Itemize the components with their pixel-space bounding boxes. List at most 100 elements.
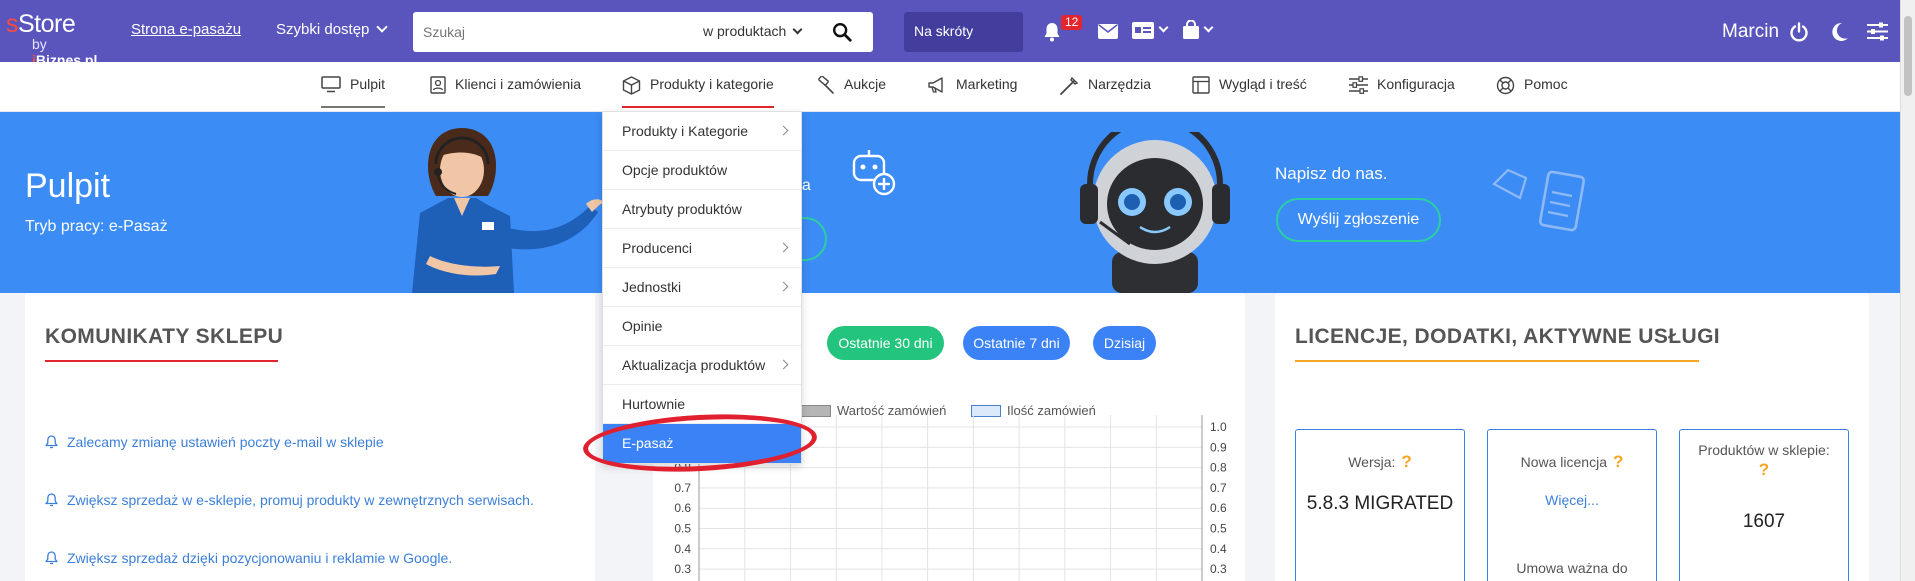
shopping-bag-icon xyxy=(1183,20,1199,39)
message-link[interactable]: Zalecamy zmianę ustawień poczty e-mail w… xyxy=(45,434,384,450)
dropdown-item-label: Produkty i Kategorie xyxy=(622,123,749,139)
search-icon[interactable] xyxy=(831,21,853,43)
bell-icon xyxy=(45,493,58,507)
dropdown-item[interactable]: Opinie xyxy=(603,307,801,346)
shopping-bag-menu[interactable] xyxy=(1182,20,1214,40)
more-link[interactable]: Więcej... xyxy=(1488,492,1656,508)
dropdown-item[interactable]: Aktualizacja produktów xyxy=(603,346,801,385)
help-icon[interactable]: ? xyxy=(1613,452,1623,471)
logo[interactable]: sStore by iBiznes.pl xyxy=(6,8,116,68)
filter-today-button[interactable]: Dzisiaj xyxy=(1093,326,1156,360)
chevron-down-icon xyxy=(1203,22,1214,32)
message-link[interactable]: Zwiększ sprzedaż dzięki pozycjonowaniu i… xyxy=(45,550,452,566)
menu-item-tools[interactable]: Narzędzia xyxy=(1059,76,1151,112)
hero-banner: Pulpit Tryb pracy: e-Pasaż y? exa xyxy=(0,112,1900,293)
y-tick-label-left: 0.7 xyxy=(674,481,691,495)
menu-item-help[interactable]: Pomoc xyxy=(1496,76,1568,112)
dropdown-item[interactable]: Atrybuty produktów xyxy=(603,190,801,229)
sliders-icon xyxy=(1349,76,1368,94)
search-input[interactable] xyxy=(423,21,683,43)
dropdown-item[interactable]: Produkty i Kategorie xyxy=(603,112,801,151)
monitor-icon xyxy=(321,76,341,93)
page-scrollbar[interactable] xyxy=(1900,0,1915,581)
help-icon[interactable]: ? xyxy=(1401,452,1411,471)
version-value: 5.8.3 MIGRATED xyxy=(1306,493,1454,514)
box-icon xyxy=(622,76,641,95)
consultant-illustration xyxy=(412,128,604,293)
dropdown-item[interactable]: E-pasaż xyxy=(603,424,801,463)
y-tick-label-right: 1.0 xyxy=(1210,420,1227,434)
power-icon[interactable] xyxy=(1789,22,1809,42)
title-underline xyxy=(1295,360,1699,362)
menu-item-label: Pomoc xyxy=(1524,76,1568,92)
id-card-menu[interactable] xyxy=(1132,22,1169,39)
dropdown-item[interactable]: Opcje produktów xyxy=(603,151,801,190)
main-menu: Pulpit Klienci i zamówienia Produkty i k… xyxy=(0,62,1900,112)
menu-item-products[interactable]: Produkty i kategorie xyxy=(622,76,774,112)
clients-icon xyxy=(430,76,446,94)
quick-access-label: Szybki dostęp xyxy=(276,21,370,38)
help-icon[interactable]: ? xyxy=(1759,460,1769,479)
menu-item-marketing[interactable]: Marketing xyxy=(927,76,1017,112)
message-text: Zalecamy zmianę ustawień poczty e-mail w… xyxy=(67,434,384,450)
search-scope-select[interactable]: w produktach xyxy=(703,23,803,39)
menu-item-label: Pulpit xyxy=(350,76,386,92)
dropdown-item-label: Hurtownie xyxy=(622,396,686,412)
scrollbar-thumb[interactable] xyxy=(1904,16,1912,96)
chevron-down-icon xyxy=(376,21,389,33)
shop-messages-card: KOMUNIKATY SKLEPU Zalecamy zmianę ustawi… xyxy=(25,293,595,581)
work-mode: Tryb pracy: e-Pasaż xyxy=(25,218,168,235)
dropdown-item-label: Atrybuty produktów xyxy=(622,201,742,217)
menu-item-appearance[interactable]: Wygląd i treść xyxy=(1192,76,1307,112)
products-count-box: Produktów w sklepie: ? 1607 xyxy=(1679,429,1849,581)
search-scope-label: w produktach xyxy=(703,23,787,39)
menu-item-label: Marketing xyxy=(956,76,1018,92)
chevron-down-icon xyxy=(792,24,803,35)
user-name[interactable]: Marcin xyxy=(1722,21,1779,43)
filter-30-days-button[interactable]: Ostatnie 30 dni xyxy=(827,326,944,360)
y-tick-label-right: 0.4 xyxy=(1210,542,1227,556)
y-tick-label-right: 0.6 xyxy=(1210,501,1227,515)
y-tick-label-left: 0.4 xyxy=(674,542,691,556)
y-tick-label-right: 0.5 xyxy=(1210,522,1227,536)
dropdown-item[interactable]: Jednostki xyxy=(603,268,801,307)
notifications-badge: 12 xyxy=(1061,15,1083,30)
dropdown-item[interactable]: Producenci xyxy=(603,229,801,268)
version-box: Wersja:? 5.8.3 MIGRATED xyxy=(1295,429,1465,581)
menu-item-pulpit[interactable]: Pulpit xyxy=(321,76,386,112)
dropdown-item-label: Aktualizacja produktów xyxy=(622,357,766,373)
y-tick-label-right: 0.9 xyxy=(1210,440,1227,454)
search-box: w produktach xyxy=(413,12,873,52)
y-tick-label-left: 0.5 xyxy=(674,522,691,536)
help-row: ? xyxy=(1680,460,1848,480)
sliders-icon[interactable] xyxy=(1867,22,1888,41)
envelope-icon[interactable] xyxy=(1098,24,1118,39)
menu-item-configuration[interactable]: Konfiguracja xyxy=(1349,76,1455,112)
send-ticket-button[interactable]: Wyślij zgłoszenie xyxy=(1276,198,1441,242)
shop-messages-title: KOMUNIKATY SKLEPU xyxy=(45,325,284,348)
menu-item-label: Klienci i zamówienia xyxy=(455,76,582,92)
moon-icon[interactable] xyxy=(1830,22,1849,41)
filter-7-days-button[interactable]: Ostatnie 7 dni xyxy=(963,326,1070,360)
message-link[interactable]: Zwiększ sprzedaż w e-sklepie, promuj pro… xyxy=(45,492,534,508)
quick-access-dropdown[interactable]: Szybki dostęp xyxy=(276,21,389,38)
products-count-label: Produktów w sklepie: xyxy=(1698,442,1830,458)
megaphone-icon xyxy=(928,77,943,93)
menu-item-clients[interactable]: Klienci i zamówienia xyxy=(430,76,581,112)
shortcuts-button[interactable]: Na skróty xyxy=(904,12,1023,52)
dropdown-item[interactable]: Hurtownie xyxy=(603,385,801,424)
dropdown-item-label: Opinie xyxy=(622,318,663,334)
dropdown-item-label: Jednostki xyxy=(622,279,682,295)
bell-icon[interactable] xyxy=(1043,22,1061,42)
page-title: Pulpit xyxy=(25,167,111,205)
logo-brand: sStore xyxy=(6,10,76,38)
contact-text: Napisz do nas. xyxy=(1275,164,1388,183)
new-license-label: Nowa licencja? xyxy=(1520,452,1624,471)
bell-icon xyxy=(45,435,58,449)
marketplace-link[interactable]: Strona e-pasażu xyxy=(131,21,241,38)
menu-item-label: Aukcje xyxy=(844,76,887,92)
chevron-right-icon xyxy=(778,242,789,253)
documents-decoration-icon xyxy=(1492,168,1586,232)
chevron-right-icon xyxy=(778,359,789,370)
menu-item-auctions[interactable]: Aukcje xyxy=(815,76,886,112)
